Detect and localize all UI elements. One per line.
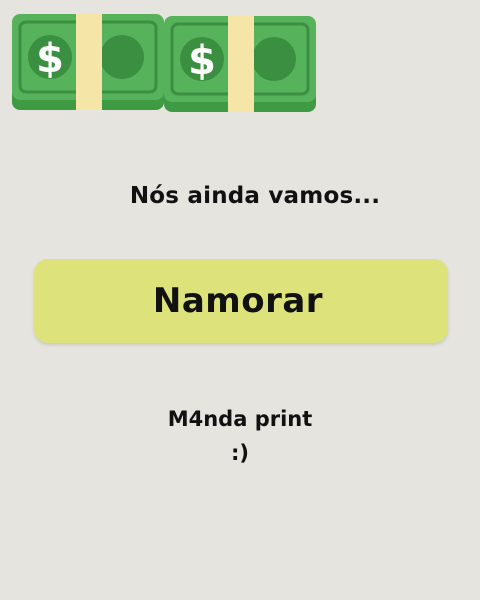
answer-label: Namorar [152, 281, 324, 321]
dollar-sign: $ [188, 38, 216, 84]
footer-smiley: :) [231, 441, 249, 465]
money-bill-icon: $ [164, 16, 316, 116]
quiz-prompt: Nós ainda vamos... [129, 183, 381, 209]
answer-button-namorar[interactable]: Namorar [34, 259, 448, 343]
money-emoji-row: $ $ [12, 14, 322, 124]
footer-text: M4nda print [167, 407, 313, 431]
dollar-sign: $ [36, 36, 64, 82]
money-bill-icon: $ [12, 14, 164, 114]
